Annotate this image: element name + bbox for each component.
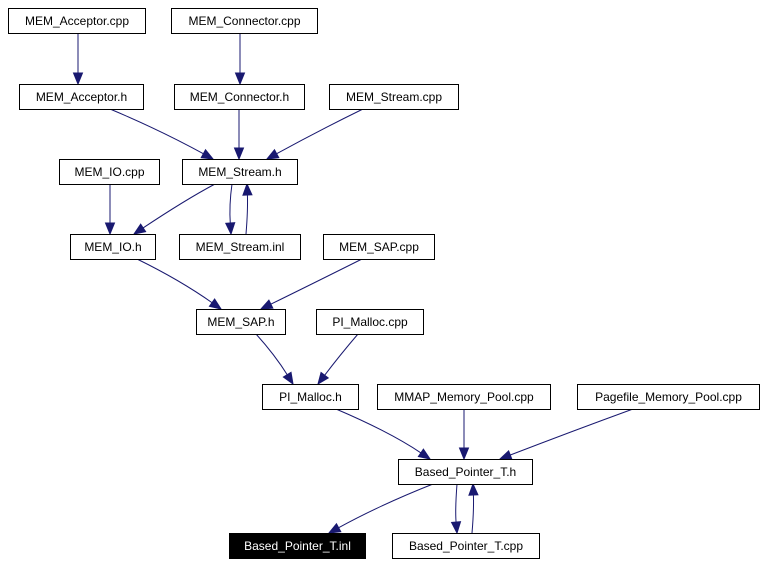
node-label: MEM_Acceptor.cpp — [25, 14, 129, 28]
arrowhead-icon — [200, 148, 215, 160]
edge-based_ptr_h-to-based_ptr_cpp — [450, 483, 462, 535]
edge-line — [269, 258, 363, 306]
arrowhead-icon — [450, 521, 462, 535]
edge-pi_malloc_h-to-based_ptr_h — [335, 408, 432, 460]
node-sap-h[interactable]: MEM_SAP.h — [196, 309, 286, 335]
node-acceptor-h[interactable]: MEM_Acceptor.h — [19, 84, 144, 110]
arrowhead-icon — [458, 447, 470, 461]
node-acceptor-cpp[interactable]: MEM_Acceptor.cpp — [8, 8, 146, 34]
node-label: MEM_Stream.cpp — [346, 90, 442, 104]
node-pi-malloc-cpp[interactable]: PI_Malloc.cpp — [316, 309, 424, 335]
edge-line — [136, 258, 214, 304]
edge-line — [323, 333, 359, 377]
node-label: MEM_Acceptor.h — [36, 90, 127, 104]
node-mmap-pool-cpp[interactable]: MMAP_Memory_Pool.cpp — [377, 384, 551, 410]
node-label: MEM_IO.h — [84, 240, 141, 254]
arrowhead-icon — [498, 449, 513, 460]
edge-io_h-to-sap_h — [136, 258, 223, 310]
node-label: Pagefile_Memory_Pool.cpp — [595, 390, 742, 404]
node-label: PI_Malloc.h — [279, 390, 342, 404]
node-label: MEM_SAP.h — [207, 315, 274, 329]
node-label: MEM_Stream.inl — [196, 240, 285, 254]
edge-line — [471, 493, 475, 534]
edge-line — [275, 108, 364, 155]
arrowhead-icon — [317, 371, 330, 386]
arrowhead-icon — [265, 148, 280, 160]
arrowhead-icon — [259, 299, 274, 310]
edge-sap_h-to-pi_malloc_h — [255, 333, 294, 386]
edge-acceptor_cpp-to-acceptor_h — [72, 32, 84, 86]
node-sap-cpp[interactable]: MEM_SAP.cpp — [323, 234, 435, 260]
edge-connector_cpp-to-connector_h — [234, 33, 246, 86]
node-pi-malloc-h[interactable]: PI_Malloc.h — [262, 384, 359, 410]
edge-line — [255, 333, 289, 376]
edge-pagefile_pool_cpp-to-based_ptr_h — [498, 408, 634, 460]
node-stream-inl[interactable]: MEM_Stream.inl — [179, 234, 301, 260]
node-label: Based_Pointer_T.h — [415, 465, 516, 479]
node-connector-cpp[interactable]: MEM_Connector.cpp — [171, 8, 318, 34]
node-label: MEM_Connector.h — [190, 90, 289, 104]
edge-line — [229, 183, 233, 225]
node-label: MEM_SAP.cpp — [339, 240, 419, 254]
arrowhead-icon — [104, 222, 116, 236]
edge-stream_inl-to-stream_h — [242, 182, 253, 235]
node-label: MEM_Stream.h — [198, 165, 281, 179]
edge-stream_h-to-io_h — [132, 183, 216, 235]
node-label: Based_Pointer_T.inl — [244, 539, 351, 553]
arrowhead-icon — [242, 182, 253, 196]
dependency-graph: MEM_Acceptor.cpp MEM_Connector.cpp MEM_Acc… — [8, 8, 760, 559]
node-label: MEM_Connector.cpp — [188, 14, 300, 28]
edge-line — [337, 483, 434, 529]
arrowhead-icon — [132, 223, 147, 235]
edge-based_ptr_cpp-to-based_ptr_h — [468, 482, 479, 534]
edge-pi_malloc_cpp-to-pi_malloc_h — [317, 333, 359, 386]
edge-sap_cpp-to-sap_h — [259, 258, 363, 310]
edge-line — [509, 408, 634, 456]
arrowhead-icon — [72, 72, 84, 86]
node-label: MMAP_Memory_Pool.cpp — [394, 390, 534, 404]
arrowhead-icon — [468, 482, 479, 496]
arrowhead-icon — [224, 222, 236, 236]
edge-line — [245, 193, 249, 235]
arrowhead-icon — [282, 371, 294, 386]
node-io-h[interactable]: MEM_IO.h — [70, 234, 156, 260]
arrowhead-icon — [208, 298, 223, 310]
edge-mmap_pool_cpp-to-based_ptr_h — [458, 408, 470, 461]
node-based-ptr-h[interactable]: Based_Pointer_T.h — [398, 459, 533, 485]
node-stream-h[interactable]: MEM_Stream.h — [182, 159, 298, 185]
node-label: PI_Malloc.cpp — [332, 315, 408, 329]
edge-line — [455, 483, 458, 524]
node-pagefile-pool-cpp[interactable]: Pagefile_Memory_Pool.cpp — [577, 384, 760, 410]
edge-based_ptr_h-to-based_ptr_inl — [327, 483, 434, 534]
arrowhead-icon — [233, 147, 245, 161]
node-connector-h[interactable]: MEM_Connector.h — [174, 84, 305, 110]
edge-line — [142, 183, 216, 229]
node-based-ptr-cpp[interactable]: Based_Pointer_T.cpp — [392, 533, 540, 559]
node-label: Based_Pointer_T.cpp — [409, 539, 523, 553]
edge-acceptor_h-to-stream_h — [109, 108, 215, 160]
node-label: MEM_IO.cpp — [74, 165, 144, 179]
edge-stream_cpp-to-stream_h — [265, 108, 364, 160]
edge-line — [109, 108, 205, 155]
edge-stream_h-to-stream_inl — [224, 183, 236, 236]
edge-connector_h-to-stream_h — [233, 109, 245, 161]
arrowhead-icon — [417, 448, 432, 460]
node-io-cpp[interactable]: MEM_IO.cpp — [59, 159, 160, 185]
edge-io_cpp-to-io_h — [104, 184, 116, 236]
arrowhead-icon — [327, 522, 342, 534]
node-stream-cpp[interactable]: MEM_Stream.cpp — [329, 84, 459, 110]
arrowhead-icon — [234, 72, 246, 86]
node-based-ptr-inl: Based_Pointer_T.inl — [229, 533, 366, 559]
edge-line — [335, 408, 422, 454]
